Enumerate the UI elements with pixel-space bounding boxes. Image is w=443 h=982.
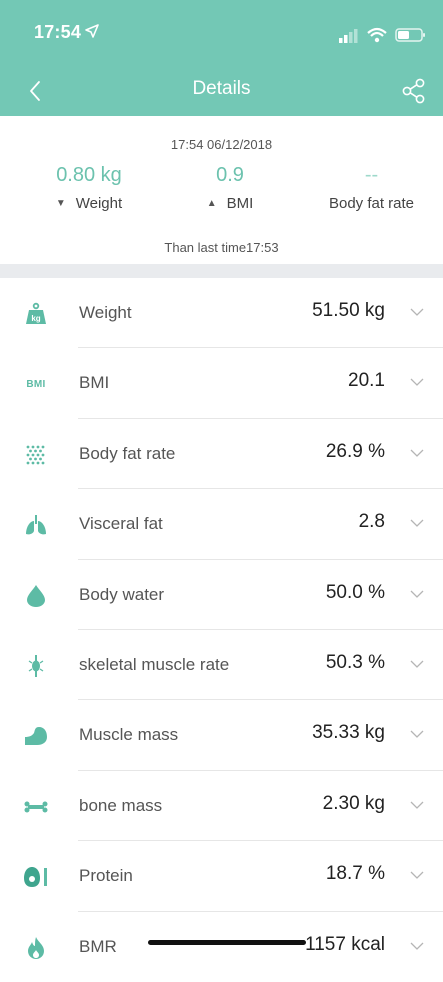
section-divider <box>0 264 443 278</box>
water-drop-icon <box>22 583 50 609</box>
metric-row-protein[interactable]: Protein 18.7 % <box>0 841 443 912</box>
app-header: 17:54 Details <box>0 0 443 116</box>
summary-panel: 17:54 06/12/2018 0.80 kg ▼ Weight 0.9 ▲ BM… <box>0 116 443 264</box>
metric-label: BMR <box>79 936 117 956</box>
metric-row-bone-mass[interactable]: bone mass 2.30 kg <box>0 771 443 842</box>
than-last-time: Than last time17:53 <box>164 240 279 255</box>
home-indicator[interactable] <box>148 940 306 945</box>
protein-icon <box>22 864 50 890</box>
metric-value: 18.7 % <box>325 863 385 885</box>
metric-label: Body fat rate <box>79 443 176 463</box>
chevron-down-icon[interactable] <box>409 445 425 461</box>
weight-change-value: 0.80 kg <box>56 164 122 186</box>
up-triangle-icon: ▲ <box>206 198 217 209</box>
navigation-bar: Details <box>0 70 443 116</box>
bmi-change: 0.9 ▲ BMI <box>155 164 305 212</box>
chevron-down-icon[interactable] <box>409 867 425 883</box>
location-arrow-icon <box>85 24 99 38</box>
bmi-change-label: BMI <box>226 195 254 212</box>
metric-value: 51.50 kg <box>312 300 385 321</box>
metrics-list: kg Weight 51.50 kg BMI BMI 20.1 Body fat… <box>0 278 443 982</box>
battery-icon <box>395 28 425 42</box>
metric-label: BMI <box>79 373 110 393</box>
page-title: Details <box>192 78 251 99</box>
chevron-down-icon[interactable] <box>409 586 425 602</box>
chevron-down-icon[interactable] <box>409 797 425 813</box>
bmi-change-value: 0.9 <box>216 164 244 186</box>
svg-text:kg: kg <box>31 314 40 323</box>
metric-label: bone mass <box>79 795 163 815</box>
metric-label: Protein <box>79 866 133 886</box>
metric-row-body-water[interactable]: Body water 50.0 % <box>0 560 443 631</box>
bicep-icon <box>22 723 50 749</box>
status-bar: 17:54 <box>0 0 443 70</box>
metric-value: 35.33 kg <box>312 722 385 744</box>
metric-row-skeletal-muscle-rate[interactable]: skeletal muscle rate 50.3 % <box>0 630 443 701</box>
metric-row-bmi[interactable]: BMI BMI 20.1 <box>0 348 443 420</box>
body-fat-icon <box>22 442 50 468</box>
chevron-down-icon[interactable] <box>409 938 425 954</box>
metric-label: Body water <box>79 584 165 604</box>
metric-label: Visceral fat <box>79 514 163 534</box>
metric-label: skeletal muscle rate <box>79 654 230 674</box>
body-fat-change: -- Body fat rate <box>300 164 443 212</box>
share-icon[interactable] <box>397 74 431 108</box>
flame-icon <box>22 935 50 961</box>
body-fat-change-label: Body fat rate <box>328 195 415 212</box>
metric-value: 20.1 <box>348 370 385 392</box>
metric-row-body-fat-rate[interactable]: Body fat rate 26.9 % <box>0 419 443 490</box>
metric-value: 2.30 kg <box>322 792 385 814</box>
chevron-down-icon[interactable] <box>409 726 425 742</box>
skeletal-muscle-icon <box>22 653 50 679</box>
weight-change-label: Weight <box>75 195 123 212</box>
lungs-icon <box>22 512 50 538</box>
metric-label: Muscle mass <box>79 725 179 745</box>
status-time: 17:54 <box>34 22 82 42</box>
body-fat-change-value: -- <box>364 164 379 186</box>
metric-value: 2.8 <box>358 511 385 533</box>
metric-label: Weight <box>79 303 132 322</box>
status-icons <box>339 26 429 46</box>
metric-row-bmr[interactable]: BMR 1157 kcal <box>0 912 443 982</box>
signal-icon <box>339 29 358 43</box>
metric-value: 50.0 % <box>325 581 385 603</box>
down-triangle-icon: ▼ <box>55 198 66 209</box>
metric-row-weight[interactable]: kg Weight 51.50 kg <box>0 278 443 349</box>
wifi-icon <box>367 27 387 43</box>
metric-value: 26.9 % <box>325 440 385 462</box>
weight-kg-icon: kg <box>22 301 50 327</box>
measurement-datetime: 17:54 06/12/2018 <box>170 137 273 152</box>
weight-change: 0.80 kg ▼ Weight <box>14 164 164 212</box>
metric-row-muscle-mass[interactable]: Muscle mass 35.33 kg <box>0 700 443 772</box>
chevron-down-icon[interactable] <box>409 656 425 672</box>
metric-value: 1157 kcal <box>305 933 385 955</box>
chevron-down-icon[interactable] <box>409 515 425 531</box>
bmi-icon: BMI <box>26 378 46 390</box>
chevron-down-icon[interactable] <box>409 304 425 320</box>
bone-icon <box>22 794 50 820</box>
chevron-down-icon[interactable] <box>409 374 425 390</box>
metric-value: 50.3 % <box>325 651 385 673</box>
metric-row-visceral-fat[interactable]: Visceral fat 2.8 <box>0 489 443 560</box>
